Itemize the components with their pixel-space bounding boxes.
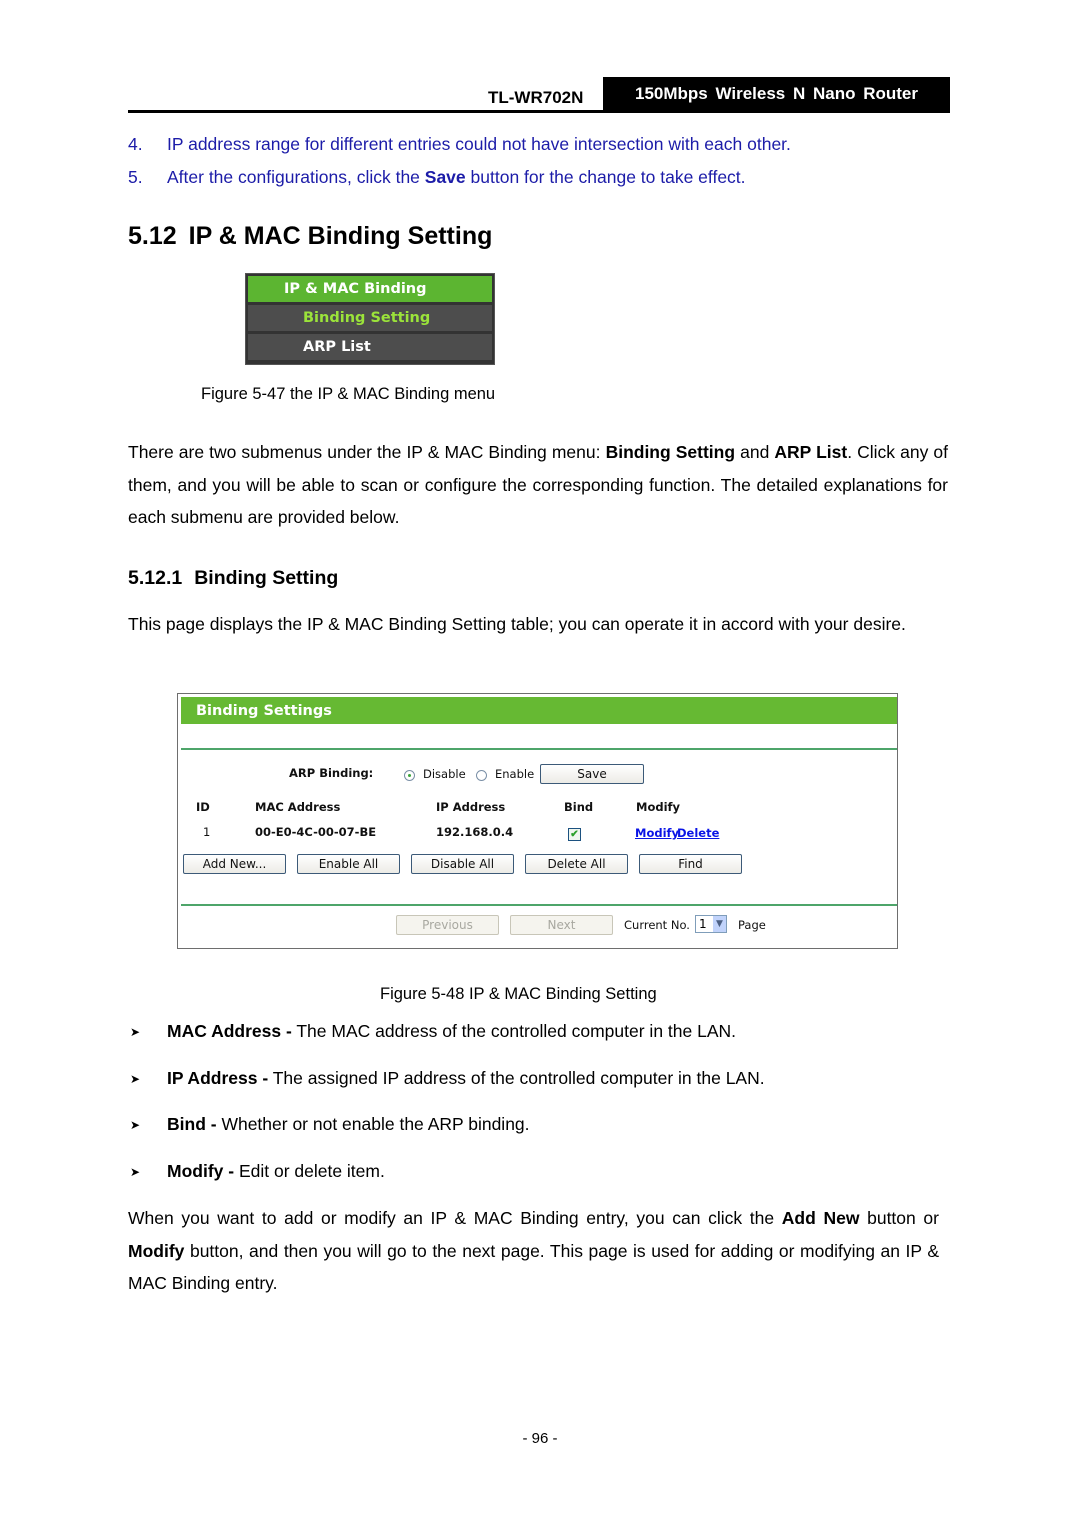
figure-caption-47: Figure 5-47 the IP & MAC Binding menu — [201, 385, 496, 403]
figure-caption-48: Figure 5-48 IP & MAC Binding Setting — [380, 985, 657, 1003]
radio-enable[interactable] — [476, 768, 487, 786]
radio-disable[interactable] — [404, 768, 415, 786]
enable-all-button[interactable]: Enable All — [297, 854, 400, 874]
bullet-arrow-icon: ➤ — [130, 1165, 141, 1179]
subsection-title: Binding Setting — [194, 567, 339, 589]
bullet-text: IP Address - The assigned IP address of … — [167, 1068, 765, 1089]
cell-id: 1 — [203, 825, 211, 839]
header-rule — [128, 110, 950, 113]
page-select-value: 1 — [699, 917, 707, 931]
bind-checkbox[interactable]: ✔ — [568, 828, 581, 841]
text-part: button or — [859, 1208, 939, 1228]
radio-disable-label[interactable]: Disable — [423, 767, 466, 781]
add-new-button[interactable]: Add New... — [183, 854, 286, 874]
bullet-term: MAC Address - — [167, 1021, 292, 1041]
divider — [181, 904, 897, 906]
text-part: When you want to add or modify an IP & M… — [128, 1208, 782, 1228]
text-bold: Modify — [128, 1240, 185, 1261]
save-button[interactable]: Save — [540, 764, 644, 784]
radio-disable-indicator[interactable] — [404, 770, 415, 781]
item-number: 5. — [128, 167, 143, 187]
next-button[interactable]: Next — [510, 915, 613, 935]
text-bold: Binding Setting — [605, 442, 736, 462]
bullet-arrow-icon: ➤ — [130, 1118, 141, 1132]
header-product: 150Mbps Wireless N Nano Router — [603, 77, 950, 111]
bullet-term: IP Address - — [167, 1068, 269, 1088]
cell-mac: 00-E0-4C-00-07-BE — [255, 825, 377, 839]
chevron-down-icon[interactable]: ▼ — [712, 916, 726, 932]
col-header-id: ID — [196, 800, 210, 814]
bullet-text: Modify - Edit or delete item. — [167, 1161, 385, 1182]
radio-enable-label[interactable]: Enable — [495, 767, 534, 781]
item-text: After the configurations, click the Save… — [167, 167, 746, 188]
bullet-text: MAC Address - The MAC address of the con… — [167, 1021, 736, 1042]
bullet-term: Bind - — [167, 1114, 217, 1134]
page-label: Page — [738, 918, 766, 932]
current-no-label: Current No. — [624, 918, 690, 932]
radio-enable-indicator[interactable] — [476, 770, 487, 781]
text-part: and — [735, 442, 775, 462]
item-number: 4. — [128, 134, 143, 154]
text-bold: Add New — [781, 1208, 860, 1228]
delete-all-button[interactable]: Delete All — [525, 854, 628, 874]
bullet-desc: Whether or not enable the ARP binding. — [216, 1114, 530, 1134]
find-button[interactable]: Find — [639, 854, 742, 874]
subsection-description: This page displays the IP & MAC Binding … — [128, 614, 906, 634]
subsection-number: 5.12.1 — [128, 567, 183, 589]
menu-item-arp-list[interactable]: ARP List — [248, 334, 492, 360]
previous-button[interactable]: Previous — [396, 915, 499, 935]
col-header-ip: IP Address — [436, 800, 506, 814]
section-title: IP & MAC Binding Setting — [188, 222, 493, 250]
page-number: - 96 - — [522, 1430, 558, 1447]
text-part: button for the change to take effect. — [465, 167, 746, 187]
binding-settings-panel: Binding Settings ARP Binding: Disable En… — [177, 693, 898, 949]
col-header-mac: MAC Address — [255, 800, 341, 814]
page-select[interactable]: 1 ▼ — [695, 915, 727, 933]
text-bold: ARP List — [774, 442, 848, 462]
closing-paragraph: When you want to add or modify an IP & M… — [128, 1202, 939, 1300]
disable-all-button[interactable]: Disable All — [411, 854, 514, 874]
bullet-arrow-icon: ➤ — [130, 1025, 141, 1039]
bullet-arrow-icon: ➤ — [130, 1072, 141, 1086]
col-header-modify: Modify — [636, 800, 681, 814]
header-model: TL-WR702N — [488, 88, 584, 107]
section-heading: 5.12 IP & MAC Binding Setting — [128, 222, 492, 251]
cell-ip: 192.168.0.4 — [436, 825, 514, 839]
col-header-bind: Bind — [564, 800, 594, 814]
delete-link[interactable]: Delete — [677, 826, 719, 840]
ip-mac-binding-menu: IP & MAC Binding Binding Setting ARP Lis… — [245, 273, 495, 365]
text-part: There are two submenus under the IP & MA… — [128, 442, 606, 462]
arp-binding-label: ARP Binding: — [289, 766, 374, 780]
section-number: 5.12 — [128, 222, 177, 250]
bullet-desc: Edit or delete item. — [234, 1161, 385, 1181]
bullet-term: Modify - — [167, 1161, 235, 1181]
menu-item-ip-mac-binding[interactable]: IP & MAC Binding — [248, 276, 492, 302]
bullet-desc: The MAC address of the controlled comput… — [291, 1021, 737, 1041]
text-part: After the configurations, click the — [167, 167, 425, 187]
item-text: IP address range for different entries c… — [167, 134, 791, 154]
menu-item-binding-setting[interactable]: Binding Setting — [248, 305, 492, 331]
text-part: button, and then you will go to the next… — [128, 1240, 939, 1294]
bullet-text: Bind - Whether or not enable the ARP bin… — [167, 1114, 530, 1135]
divider — [181, 748, 897, 750]
modify-link[interactable]: Modify — [635, 826, 679, 840]
text-bold: Save — [424, 167, 466, 187]
bullet-desc: The assigned IP address of the controlle… — [268, 1068, 765, 1088]
subsection-heading: 5.12.1 Binding Setting — [128, 567, 338, 590]
panel-title: Binding Settings — [181, 697, 897, 724]
intro-paragraph: There are two submenus under the IP & MA… — [128, 436, 948, 534]
